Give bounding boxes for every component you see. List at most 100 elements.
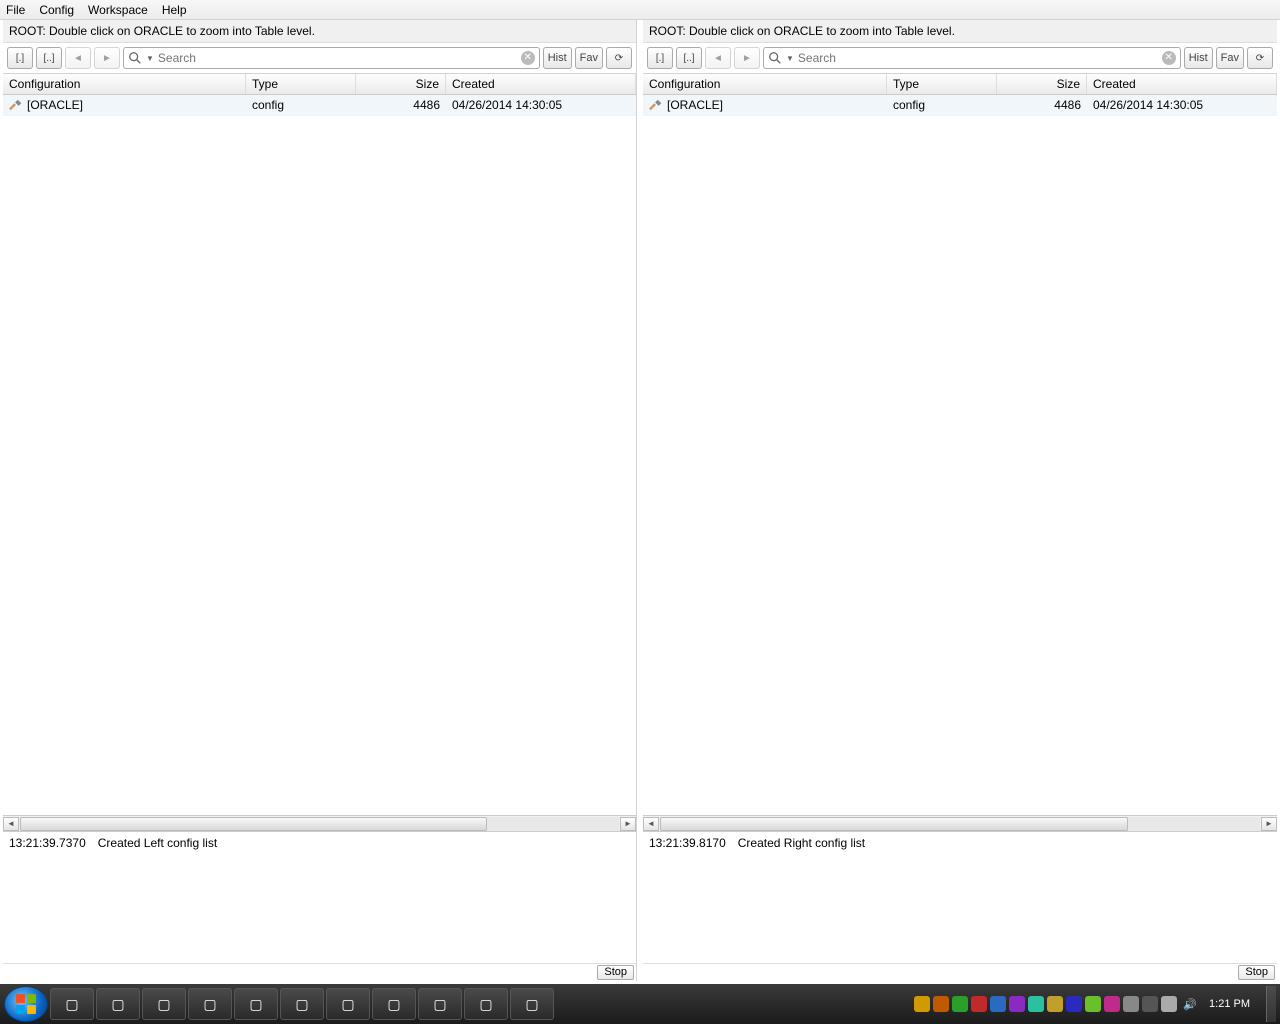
- back-button[interactable]: ◄: [65, 47, 91, 69]
- table-row[interactable]: [ORACLE] config 4486 04/26/2014 14:30:05: [643, 95, 1277, 116]
- cell-name: [ORACLE]: [667, 98, 723, 112]
- search-input[interactable]: [158, 51, 517, 65]
- menu-workspace[interactable]: Workspace: [88, 3, 148, 17]
- left-hint: ROOT: Double click on ORACLE to zoom int…: [3, 20, 636, 43]
- right-hint: ROOT: Double click on ORACLE to zoom int…: [643, 20, 1277, 43]
- search-icon: [128, 51, 142, 65]
- up-button[interactable]: [..]: [36, 47, 62, 69]
- right-table-header: Configuration Type Size Created: [643, 74, 1277, 95]
- cell-size: 4486: [356, 95, 446, 115]
- show-desktop-button[interactable]: [1266, 986, 1276, 1022]
- taskbar-app-app2[interactable]: ▢: [372, 988, 416, 1020]
- taskbar-app-explorer[interactable]: ▢: [96, 988, 140, 1020]
- scroll-right-icon[interactable]: ►: [620, 817, 636, 831]
- cell-created: 04/26/2014 14:30:05: [1087, 95, 1277, 115]
- left-log: 13:21:39.7370 Created Left config list S…: [3, 831, 636, 981]
- log-time: 13:21:39.8170: [649, 836, 726, 850]
- taskbar-app-media[interactable]: ▢: [142, 988, 186, 1020]
- menu-help[interactable]: Help: [162, 3, 187, 17]
- refresh-button[interactable]: ⟳: [1247, 47, 1273, 69]
- scroll-left-icon[interactable]: ◄: [643, 817, 659, 831]
- col-type[interactable]: Type: [887, 74, 997, 94]
- forward-button[interactable]: ►: [734, 47, 760, 69]
- col-configuration[interactable]: Configuration: [3, 74, 246, 94]
- taskbar-app-paint[interactable]: ▢: [418, 988, 462, 1020]
- clear-icon[interactable]: ✕: [521, 51, 535, 65]
- favorite-button[interactable]: Fav: [1216, 47, 1244, 69]
- volume-icon[interactable]: 🔊: [1183, 998, 1197, 1011]
- left-toolbar: [.] [..] ◄ ► ▼ ✕ Hist Fav ⟳: [3, 43, 636, 74]
- right-log: 13:21:39.8170 Created Right config list …: [643, 831, 1277, 981]
- stop-button[interactable]: Stop: [1238, 965, 1275, 980]
- taskbar-app-cmd[interactable]: ▢: [464, 988, 508, 1020]
- dropdown-icon[interactable]: ▼: [146, 54, 154, 63]
- search-icon: [768, 51, 782, 65]
- taskbar-app-tool1[interactable]: ▢: [188, 988, 232, 1020]
- scroll-thumb[interactable]: [660, 817, 1128, 831]
- scroll-thumb[interactable]: [20, 817, 487, 831]
- tray-icon-2[interactable]: [952, 996, 968, 1012]
- taskbar-app-app1[interactable]: ▢: [326, 988, 370, 1020]
- cell-name: [ORACLE]: [27, 98, 83, 112]
- tray-icon-6[interactable]: [1028, 996, 1044, 1012]
- tray-icon-7[interactable]: [1047, 996, 1063, 1012]
- dropdown-icon[interactable]: ▼: [786, 54, 794, 63]
- scroll-left-icon[interactable]: ◄: [3, 817, 19, 831]
- cell-type: config: [887, 95, 997, 115]
- up-button[interactable]: [..]: [676, 47, 702, 69]
- left-hscroll[interactable]: ◄ ►: [3, 815, 636, 831]
- arrow-right-icon: ►: [742, 53, 752, 64]
- root-button[interactable]: [.]: [647, 47, 673, 69]
- scroll-right-icon[interactable]: ►: [1261, 817, 1277, 831]
- start-button[interactable]: [4, 986, 48, 1022]
- col-configuration[interactable]: Configuration: [643, 74, 887, 94]
- tray-icon-4[interactable]: [990, 996, 1006, 1012]
- scroll-track[interactable]: [20, 817, 619, 831]
- favorite-button[interactable]: Fav: [575, 47, 603, 69]
- search-input[interactable]: [798, 51, 1158, 65]
- col-size[interactable]: Size: [997, 74, 1087, 94]
- history-button[interactable]: Hist: [543, 47, 572, 69]
- forward-button[interactable]: ►: [94, 47, 120, 69]
- split-container: ROOT: Double click on ORACLE to zoom int…: [0, 20, 1280, 984]
- refresh-button[interactable]: ⟳: [606, 47, 632, 69]
- col-type[interactable]: Type: [246, 74, 356, 94]
- back-button[interactable]: ◄: [705, 47, 731, 69]
- col-size[interactable]: Size: [356, 74, 446, 94]
- tray-icon-13[interactable]: [1161, 996, 1177, 1012]
- scroll-track[interactable]: [660, 817, 1260, 831]
- col-created[interactable]: Created: [446, 74, 636, 94]
- tray-icon-1[interactable]: [933, 996, 949, 1012]
- right-toolbar: [.] [..] ◄ ► ▼ ✕ Hist Fav ⟳: [643, 43, 1277, 74]
- root-button[interactable]: [.]: [7, 47, 33, 69]
- right-pane: ROOT: Double click on ORACLE to zoom int…: [643, 20, 1277, 981]
- taskbar-app-ie[interactable]: ▢: [50, 988, 94, 1020]
- tray-icon-10[interactable]: [1104, 996, 1120, 1012]
- tray-icon-0[interactable]: [914, 996, 930, 1012]
- tray-icon-12[interactable]: [1142, 996, 1158, 1012]
- search-box[interactable]: ▼ ✕: [763, 47, 1181, 69]
- history-button[interactable]: Hist: [1184, 47, 1213, 69]
- tray-icon-11[interactable]: [1123, 996, 1139, 1012]
- search-box[interactable]: ▼ ✕: [123, 47, 540, 69]
- taskbar-app-term[interactable]: ▢: [510, 988, 554, 1020]
- stop-button[interactable]: Stop: [597, 965, 634, 980]
- taskbar-app-word[interactable]: ▢: [280, 988, 324, 1020]
- right-hscroll[interactable]: ◄ ►: [643, 815, 1277, 831]
- tray-icon-3[interactable]: [971, 996, 987, 1012]
- taskbar-clock[interactable]: 1:21 PM: [1203, 998, 1256, 1010]
- clear-icon[interactable]: ✕: [1162, 51, 1176, 65]
- tray-icon-8[interactable]: [1066, 996, 1082, 1012]
- tray-icon-5[interactable]: [1009, 996, 1025, 1012]
- tool-icon: [649, 98, 663, 112]
- col-created[interactable]: Created: [1087, 74, 1277, 94]
- taskbar-app-tool2[interactable]: ▢: [234, 988, 278, 1020]
- arrow-left-icon: ◄: [73, 53, 83, 64]
- menu-config[interactable]: Config: [39, 3, 74, 17]
- tray-icon-9[interactable]: [1085, 996, 1101, 1012]
- refresh-icon: ⟳: [1256, 53, 1264, 64]
- table-row[interactable]: [ORACLE] config 4486 04/26/2014 14:30:05: [3, 95, 636, 116]
- menu-file[interactable]: File: [6, 3, 25, 17]
- left-table-header: Configuration Type Size Created: [3, 74, 636, 95]
- left-table-body: [ORACLE] config 4486 04/26/2014 14:30:05: [3, 95, 636, 815]
